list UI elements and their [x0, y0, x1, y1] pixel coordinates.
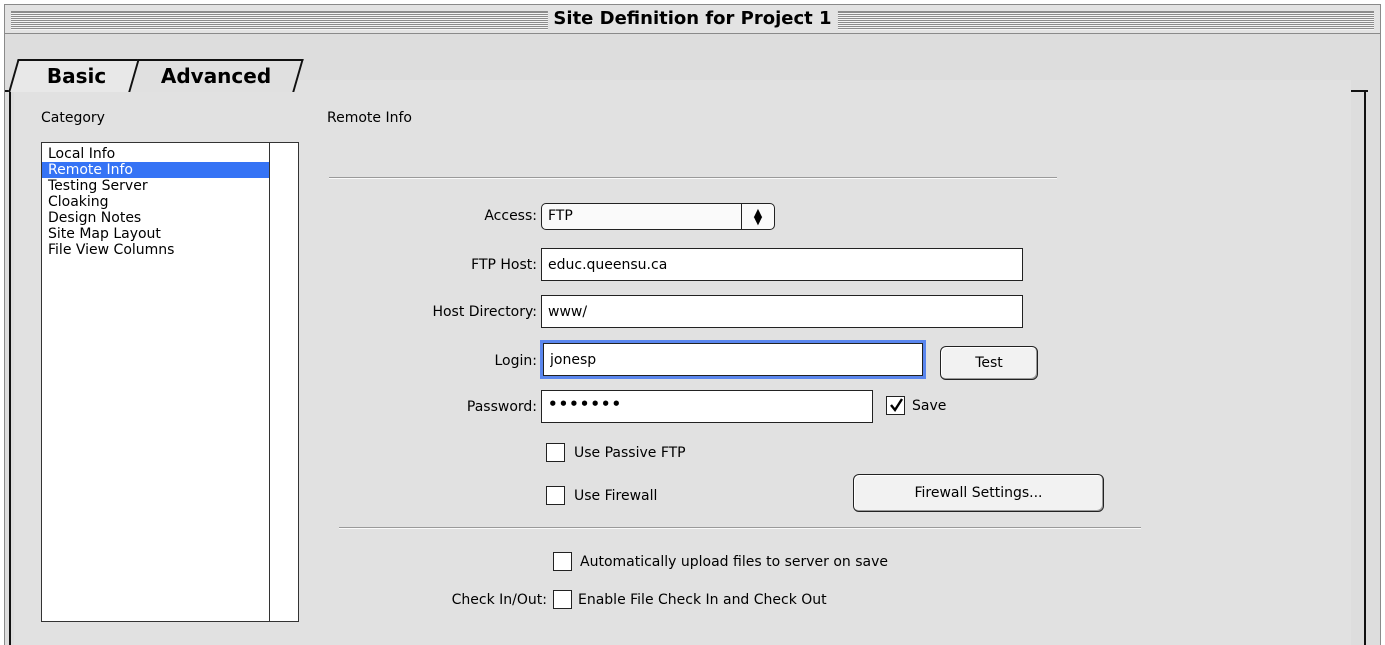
login-label: Login:: [494, 353, 538, 369]
category-item-file-view-columns[interactable]: File View Columns: [42, 242, 270, 258]
access-label: Access:: [484, 208, 537, 224]
password-label: Password:: [466, 399, 537, 415]
enable-check-in-out-label: Enable File Check In and Check Out: [578, 592, 827, 608]
tab-basic[interactable]: Basic: [8, 59, 146, 92]
test-button[interactable]: Test: [940, 346, 1038, 380]
auto-upload-checkbox[interactable]: [553, 552, 572, 571]
category-heading: Category: [41, 110, 105, 126]
category-item-site-map-layout[interactable]: Site Map Layout: [42, 226, 270, 242]
passive-ftp-checkbox[interactable]: [546, 443, 565, 462]
passive-ftp-label: Use Passive FTP: [574, 445, 686, 461]
tab-advanced[interactable]: Advanced: [128, 59, 304, 92]
enable-check-in-out-checkbox[interactable]: [553, 590, 572, 609]
login-input[interactable]: [543, 343, 923, 376]
access-select[interactable]: FTP ▲ ▼: [541, 203, 775, 230]
save-label: Save: [912, 398, 947, 414]
category-scrollbar[interactable]: [269, 143, 298, 621]
save-checkbox[interactable]: [886, 396, 905, 415]
check-in-out-label: Check In/Out:: [451, 592, 547, 608]
firewall-checkbox[interactable]: [546, 486, 565, 505]
ftp-host-input[interactable]: [541, 248, 1023, 281]
window-title: Site Definition for Project 1: [547, 7, 838, 31]
firewall-label: Use Firewall: [574, 488, 658, 504]
category-item-design-notes[interactable]: Design Notes: [42, 210, 270, 226]
divider: [329, 177, 1057, 179]
category-item-local-info[interactable]: Local Info: [42, 146, 270, 162]
category-item-testing-server[interactable]: Testing Server: [42, 178, 270, 194]
category-list[interactable]: Local Info Remote Info Testing Server Cl…: [41, 142, 299, 622]
divider: [339, 527, 1141, 529]
auto-upload-label: Automatically upload files to server on …: [580, 554, 889, 570]
host-directory-label: Host Directory:: [432, 304, 537, 320]
host-directory-input[interactable]: [541, 295, 1023, 328]
password-input[interactable]: •••••••: [541, 390, 873, 423]
title-bar[interactable]: Site Definition for Project 1: [4, 4, 1381, 34]
ftp-host-label: FTP Host:: [471, 257, 537, 273]
section-title: Remote Info: [327, 110, 412, 126]
check-icon: [890, 398, 904, 413]
category-item-cloaking[interactable]: Cloaking: [42, 194, 270, 210]
firewall-settings-button[interactable]: Firewall Settings...: [853, 474, 1104, 512]
category-item-remote-info[interactable]: Remote Info: [42, 162, 270, 178]
select-arrows-icon: ▲ ▼: [741, 204, 774, 229]
